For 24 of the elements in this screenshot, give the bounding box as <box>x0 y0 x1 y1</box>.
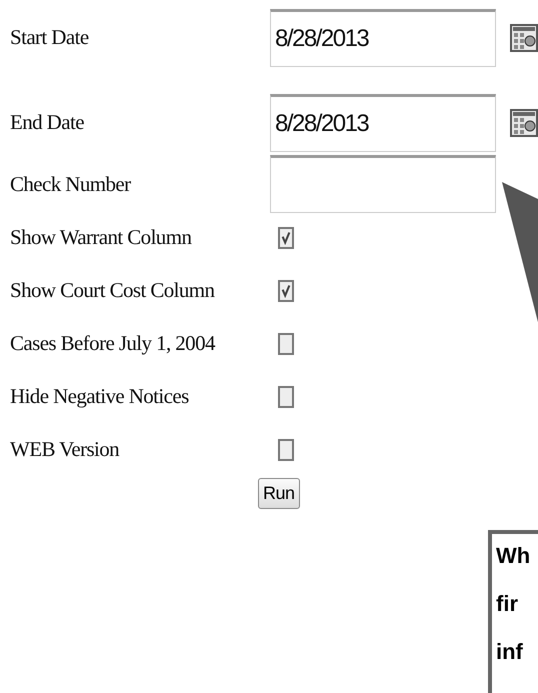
field-label: Start Date <box>10 25 90 50</box>
checkbox[interactable] <box>278 332 294 354</box>
field-label: End Date <box>10 110 85 135</box>
checkbox[interactable] <box>278 226 294 248</box>
field-label: Hide Negative Notices <box>10 384 190 409</box>
field-label: Cases Before July 1, 2004 <box>10 331 216 356</box>
callout-text: Wh <box>496 542 530 570</box>
check-icon <box>281 283 291 298</box>
checkbox[interactable] <box>278 386 294 408</box>
checkbox[interactable] <box>278 280 294 302</box>
field-label: Show Warrant Column <box>10 225 193 250</box>
input-field[interactable] <box>270 155 496 213</box>
check-icon <box>281 230 291 245</box>
checkbox[interactable] <box>278 438 294 460</box>
calendar-icon[interactable] <box>510 24 538 52</box>
callout-text: inf <box>496 638 523 666</box>
calendar-icon[interactable] <box>510 108 538 136</box>
field-label: WEB Version <box>10 437 120 462</box>
run-button[interactable]: Run <box>258 478 300 509</box>
field-label: Show Court Cost Column <box>10 278 216 303</box>
input-field[interactable]: 8/28/2013 <box>270 94 496 152</box>
field-label: Check Number <box>10 172 132 196</box>
callout-text: fir <box>496 590 518 618</box>
input-field[interactable]: 8/28/2013 <box>270 8 496 66</box>
